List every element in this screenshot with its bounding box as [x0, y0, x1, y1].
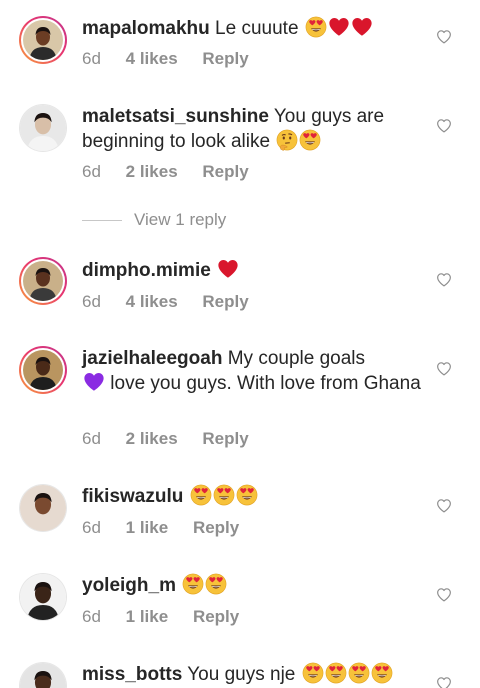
- heart-eyes-emoji-icon: [305, 16, 327, 38]
- comment-username[interactable]: miss_botts: [82, 664, 182, 685]
- like-heart-icon[interactable]: [436, 361, 452, 376]
- heart-eyes-emoji-icon: [348, 662, 370, 684]
- avatar[interactable]: [19, 16, 67, 64]
- reply-button[interactable]: Reply: [193, 607, 239, 626]
- heart-eyes-emoji-icon: [190, 484, 212, 506]
- comment-username[interactable]: yoleigh_m: [82, 575, 176, 596]
- comment-time: 6d: [82, 162, 101, 181]
- comment-meta: 6d 4 likes Reply: [82, 292, 269, 312]
- comment-body: You guys nje: [187, 664, 296, 685]
- avatar-photo: [20, 663, 66, 688]
- avatar[interactable]: [19, 257, 67, 305]
- heart-eyes-emoji-icon: [182, 573, 204, 595]
- view-replies-label[interactable]: View 1 reply: [134, 210, 226, 230]
- red-heart-emoji-icon: [328, 16, 350, 38]
- comment-text: maletsatsi_sunshine You guys are beginni…: [82, 105, 422, 154]
- red-heart-emoji-icon: [351, 16, 373, 38]
- like-heart-icon[interactable]: [436, 676, 452, 688]
- avatar[interactable]: [19, 662, 67, 688]
- avatar[interactable]: [19, 104, 67, 152]
- comment-text: mapalomakhu Le cuuute: [82, 16, 422, 41]
- comment-time: 6d: [82, 518, 101, 537]
- like-heart-icon[interactable]: [436, 272, 452, 287]
- reply-button[interactable]: Reply: [202, 162, 248, 181]
- reply-button[interactable]: Reply: [202, 429, 248, 448]
- heart-eyes-emoji-icon: [213, 484, 235, 506]
- like-heart-icon[interactable]: [436, 498, 452, 513]
- heart-eyes-emoji-icon: [325, 662, 347, 684]
- comment-likes[interactable]: 4 likes: [126, 49, 178, 68]
- red-heart-emoji-icon: [217, 258, 239, 280]
- reply-button[interactable]: Reply: [202, 49, 248, 68]
- avatar[interactable]: [19, 573, 67, 621]
- comment-time: 6d: [82, 607, 101, 626]
- comment-username[interactable]: mapalomakhu: [82, 18, 210, 39]
- comment-body: Le cuuute: [215, 18, 299, 39]
- comment-body-continued: love you guys. With love from Ghana: [110, 373, 421, 394]
- like-heart-icon[interactable]: [436, 29, 452, 44]
- comment-meta: 6d 2 likes Reply: [82, 429, 269, 449]
- reply-divider: [82, 219, 122, 221]
- avatar[interactable]: [19, 484, 67, 532]
- reply-button[interactable]: Reply: [193, 518, 239, 537]
- comment-text: fikiswazulu: [82, 484, 422, 509]
- comment-likes[interactable]: 2 likes: [126, 162, 178, 181]
- comment-likes[interactable]: 2 likes: [126, 429, 178, 448]
- comment-text: yoleigh_m: [82, 573, 422, 598]
- purple-heart-emoji-icon: [83, 371, 105, 393]
- avatar-photo: [23, 261, 63, 301]
- comment-time: 6d: [82, 49, 101, 68]
- avatar-photo: [20, 105, 66, 151]
- like-heart-icon[interactable]: [436, 118, 452, 133]
- heart-eyes-emoji-icon: [299, 129, 321, 151]
- avatar-photo: [20, 485, 66, 531]
- comment-meta: 6d 1 like Reply: [82, 607, 259, 627]
- heart-eyes-emoji-icon: [205, 573, 227, 595]
- avatar-photo: [20, 574, 66, 620]
- comment-meta: 6d 2 likes Reply: [82, 162, 269, 182]
- comment-username[interactable]: jazielhaleegoah: [82, 348, 222, 369]
- comment-text: miss_botts You guys nje: [82, 662, 422, 687]
- comment-likes[interactable]: 1 like: [126, 518, 169, 537]
- comment-likes[interactable]: 1 like: [126, 607, 169, 626]
- comment-meta: 6d 4 likes Reply: [82, 49, 269, 69]
- comment-body: My couple goals: [227, 348, 366, 369]
- like-heart-icon[interactable]: [436, 587, 452, 602]
- avatar-photo: [23, 20, 63, 60]
- view-replies-button[interactable]: View 1 reply: [82, 209, 226, 231]
- heart-eyes-emoji-icon: [236, 484, 258, 506]
- comment-username[interactable]: fikiswazulu: [82, 486, 183, 507]
- reply-button[interactable]: Reply: [202, 292, 248, 311]
- comment-time: 6d: [82, 429, 101, 448]
- heart-eyes-emoji-icon: [302, 662, 324, 684]
- comment-username[interactable]: maletsatsi_sunshine: [82, 106, 269, 127]
- heart-eyes-emoji-icon: [371, 662, 393, 684]
- comment-text: jazielhaleegoah My couple goals love you…: [82, 347, 422, 396]
- comment-likes[interactable]: 4 likes: [126, 292, 178, 311]
- thinking-emoji-icon: [276, 129, 298, 151]
- comment-text: dimpho.mimie: [82, 258, 422, 283]
- comment-meta: 6d 1 like Reply: [82, 518, 259, 538]
- avatar-photo: [23, 350, 63, 390]
- comment-username[interactable]: dimpho.mimie: [82, 260, 211, 281]
- avatar[interactable]: [19, 346, 67, 394]
- comment-time: 6d: [82, 292, 101, 311]
